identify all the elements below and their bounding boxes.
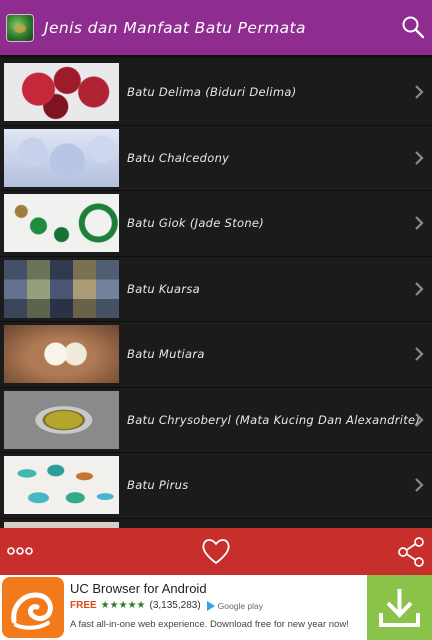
list-item-label: Batu Kuarsa [127,281,201,296]
ad-meta: FREE ★★★★★ (3,135,283) Google play [70,600,263,611]
gem-thumbnail [4,128,119,187]
heart-icon[interactable] [200,536,232,566]
list-item-label: Batu Giok (Jade Stone) [127,216,265,231]
gem-thumbnail [4,259,119,318]
app-bar: Jenis dan Manfaat Batu Permata [0,0,432,55]
uc-squirrel-logo [2,577,64,638]
google-play-label: Google play [217,600,264,611]
google-play-icon [206,600,215,611]
chevron-right-icon [415,347,424,362]
download-icon [379,589,420,627]
rating-count: (3,135,283) [149,600,201,611]
google-play-badge: Google play [206,600,264,611]
list-item-label: Batu Mutiara [127,347,205,362]
list-item[interactable]: Batu Chrysoberyl (Mata Kucing Dan Alexan… [0,388,432,453]
list-item[interactable]: Batu Pirus [0,453,432,519]
ad-app-name: UC Browser for Android [70,581,207,596]
list-item-label: Batu Chalcedony [127,150,230,165]
rating-stars: ★★★★★ [100,600,146,611]
list-item[interactable]: Batu Giok (Jade Stone) [0,191,432,257]
gem-thumbnail [4,390,119,449]
search-icon[interactable] [400,14,426,40]
chevron-right-icon [415,150,424,165]
list-item[interactable]: Batu Delima (Biduri Delima) [0,60,432,126]
ad-description: A fast all-in-one web experience. Downlo… [70,619,349,630]
chevron-right-icon [415,85,424,100]
gem-thumbnail [4,194,119,253]
app-gem-icon [6,13,34,42]
gem-thumbnail [4,325,119,384]
chevron-right-icon [415,216,424,231]
gem-thumbnail [4,456,119,515]
list-item-label: Batu Delima (Biduri Delima) [127,85,297,100]
chevron-right-icon [415,281,424,296]
list-item[interactable]: Batu Chalcedony [0,126,432,191]
list-item[interactable]: Batu Mutiara [0,322,432,388]
ad-banner[interactable]: UC Browser for Android FREE ★★★★★ (3,135… [0,575,432,640]
chevron-right-icon [415,412,424,427]
app-title: Jenis dan Manfaat Batu Permata [44,18,306,37]
list-item-label: Batu Chrysoberyl (Mata Kucing Dan Alexan… [127,412,421,427]
list-item[interactable]: Batu Kuarsa [0,257,432,322]
chevron-right-icon [415,478,424,493]
ad-free-label: FREE [70,600,97,611]
action-bar [0,528,432,575]
share-icon[interactable] [396,536,426,568]
gem-list[interactable]: Batu Delima (Biduri Delima) Batu Chalced… [0,60,432,528]
list-item-label: Batu Pirus [127,478,189,493]
more-dots-icon[interactable] [6,542,36,560]
download-button[interactable] [367,575,432,640]
gem-thumbnail [4,63,119,122]
list-item[interactable] [0,519,432,528]
app-bar-shadow [0,55,432,59]
